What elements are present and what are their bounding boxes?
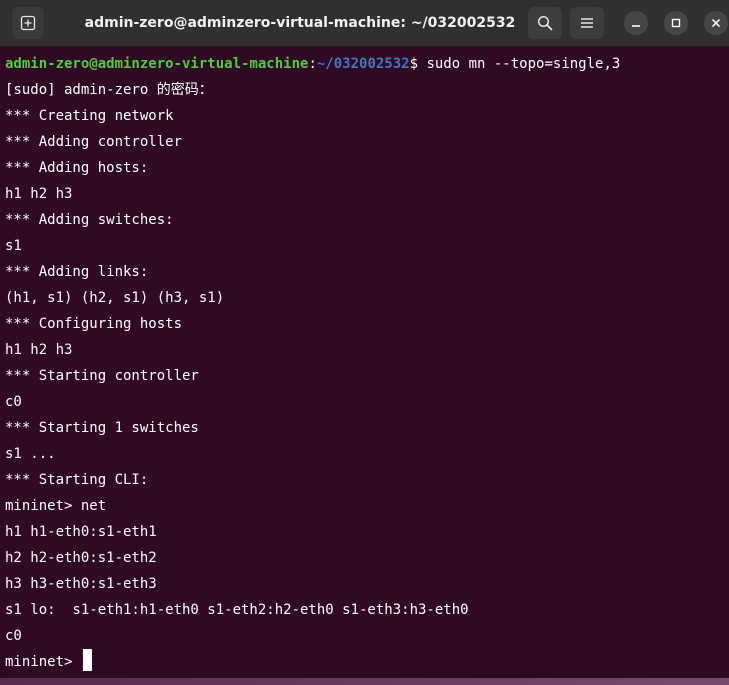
prompt-symbol: $ (409, 56, 427, 72)
text-cursor (82, 649, 92, 671)
output-line: *** Adding links: (5, 264, 149, 280)
output-line: h1 h2 h3 (5, 342, 73, 358)
output-line: s1 lo: s1-eth1:h1-eth0 s1-eth2:h2-eth0 s… (5, 602, 469, 618)
output-line: *** Creating network (5, 108, 174, 124)
output-line: h2 h2-eth0:s1-eth2 (5, 550, 157, 566)
minimize-button[interactable] (624, 11, 648, 35)
output-line: *** Adding controller (5, 134, 183, 150)
maximize-icon (671, 18, 681, 28)
output-line: *** Adding switches: (5, 212, 174, 228)
output-line: *** Adding hosts: (5, 160, 149, 176)
maximize-button[interactable] (664, 11, 688, 35)
window-title: admin-zero@adminzero-virtual-machine: ~/… (84, 15, 516, 31)
current-prompt: mininet> (5, 654, 81, 670)
output-line: mininet> net (5, 498, 107, 514)
prompt-user-host: admin-zero@adminzero-virtual-machine (5, 56, 309, 72)
output-line: s1 ... (5, 446, 56, 462)
output-line: (h1, s1) (h2, s1) (h3, s1) (5, 290, 225, 306)
output-line: h1 h2 h3 (5, 186, 73, 202)
minimize-icon (631, 18, 641, 28)
output-line: [sudo] admin-zero 的密码： (5, 82, 213, 98)
output-line: s1 (5, 238, 22, 254)
new-tab-button[interactable] (12, 7, 44, 39)
menu-button[interactable] (570, 7, 604, 39)
new-tab-icon (20, 15, 36, 31)
prompt-path: ~/032002532 (316, 56, 410, 72)
close-button[interactable] (704, 11, 728, 35)
prompt-command: sudo mn --topo=single,3 (426, 56, 621, 72)
output-line: c0 (5, 394, 22, 410)
terminal-output[interactable]: admin-zero@adminzero-virtual-machine:~/0… (5, 51, 729, 675)
output-line: *** Starting CLI: (5, 472, 149, 488)
output-line: c0 (5, 628, 22, 644)
command-line: admin-zero@adminzero-virtual-machine:~/0… (5, 51, 729, 77)
terminal-window: admin-zero@adminzero-virtual-machine: ~/… (0, 0, 729, 685)
hamburger-menu-icon (580, 16, 594, 30)
close-icon (711, 18, 721, 28)
output-line: h3 h3-eth0:s1-eth3 (5, 576, 157, 592)
desktop-background-strip (0, 678, 729, 685)
output-line: *** Starting 1 switches (5, 420, 199, 436)
current-prompt-line[interactable]: mininet> (5, 649, 729, 675)
output-line: *** Starting controller (5, 368, 199, 384)
search-button[interactable] (528, 7, 562, 39)
search-icon (537, 15, 553, 31)
output-line: h1 h1-eth0:s1-eth1 (5, 524, 157, 540)
output-line: *** Configuring hosts (5, 316, 183, 332)
prompt-colon: : (308, 56, 317, 72)
title-bar[interactable]: admin-zero@adminzero-virtual-machine: ~/… (0, 0, 729, 47)
